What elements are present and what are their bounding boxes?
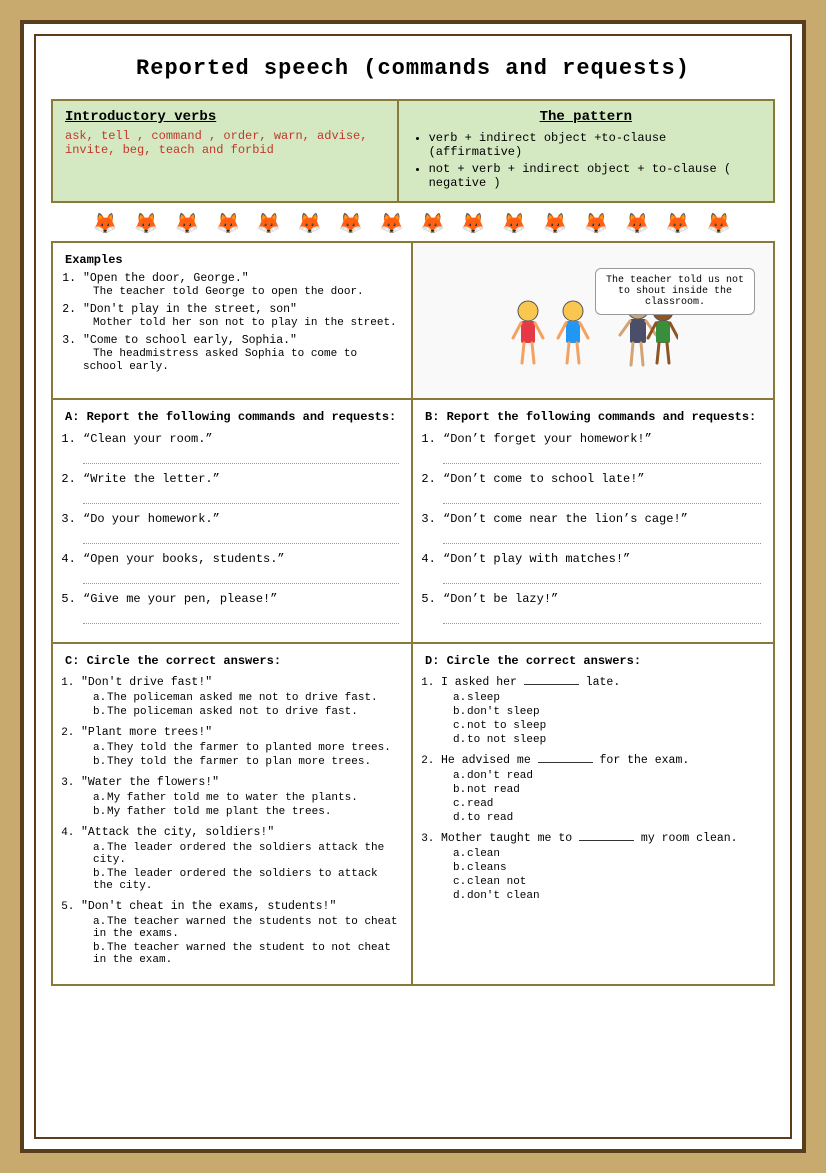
example-1: "Open the door, George." The teacher tol…: [83, 272, 399, 298]
example-2: "Don't play in the street, son" Mother t…: [83, 303, 399, 329]
intro-right-heading: The pattern: [411, 109, 761, 125]
section-d-q3: Mother taught me to my room clean. a.cle…: [441, 832, 761, 902]
pattern-item-1: verb + indirect object +to-clause (affir…: [429, 131, 761, 159]
section-c-list: "Don't drive fast!" a.The policeman aske…: [65, 676, 399, 966]
example-3-direct: "Come to school early, Sophia.": [83, 334, 297, 347]
page-title: Reported speech (commands and requests): [51, 56, 775, 81]
intro-right: The pattern verb + indirect object +to-c…: [399, 101, 773, 201]
section-c-q3: "Water the flowers!" a.My father told me…: [81, 776, 399, 818]
cd-row: C: Circle the correct answers: "Don't dr…: [53, 644, 773, 984]
section-a-list: “Clean your room.” “Write the letter.” “…: [65, 432, 399, 624]
section-a-q4: “Open your books, students.”: [83, 552, 399, 584]
section-d-q1: I asked her late. a.sleep b.don't sleep …: [441, 676, 761, 746]
intro-left-heading: Introductory verbs: [65, 109, 385, 125]
fox-divider: 🦊 🦊 🦊 🦊 🦊 🦊 🦊 🦊 🦊 🦊 🦊 🦊 🦊 🦊 🦊 🦊: [51, 211, 775, 237]
section-a-q3: “Do your homework.”: [83, 512, 399, 544]
ab-row: A: Report the following commands and req…: [53, 400, 773, 644]
intro-left: Introductory verbs ask, tell , command ,…: [53, 101, 399, 201]
section-b-q3: “Don’t come near the lion’s cage!”: [443, 512, 761, 544]
section-a-cell: A: Report the following commands and req…: [53, 400, 413, 642]
section-c-q2: "Plant more trees!" a.They told the farm…: [81, 726, 399, 768]
example-3: "Come to school early, Sophia." The head…: [83, 334, 399, 373]
section-d-list: I asked her late. a.sleep b.don't sleep …: [425, 676, 761, 902]
section-c-heading: C: Circle the correct answers:: [65, 654, 399, 668]
speech-bubble: The teacher told us not to shout inside …: [595, 268, 755, 315]
main-grid: Examples "Open the door, George." The te…: [51, 241, 775, 986]
answer-line-a5: [83, 608, 399, 624]
answer-line-a2: [83, 488, 399, 504]
pattern-list: verb + indirect object +to-clause (affir…: [411, 131, 761, 190]
image-cell: The teacher told us not to shout inside …: [413, 243, 773, 398]
pattern-item-2: not + verb + indirect object + to-clause…: [429, 162, 761, 190]
examples-list: "Open the door, George." The teacher tol…: [65, 272, 399, 373]
answer-line-b5: [443, 608, 761, 624]
examples-cell: Examples "Open the door, George." The te…: [53, 243, 413, 398]
section-b-q2: “Don’t come to school late!”: [443, 472, 761, 504]
section-d-heading: D: Circle the correct answers:: [425, 654, 761, 668]
example-3-reported: The headmistress asked Sophia to come to…: [83, 348, 357, 373]
section-b-list: “Don’t forget your homework!” “Don’t com…: [425, 432, 761, 624]
cartoon-area: The teacher told us not to shout inside …: [421, 253, 765, 388]
answer-line-b4: [443, 568, 761, 584]
answer-line-a1: [83, 448, 399, 464]
intro-left-content: ask, tell , command , order, warn, advis…: [65, 129, 385, 157]
section-b-q1: “Don’t forget your homework!”: [443, 432, 761, 464]
section-c-cell: C: Circle the correct answers: "Don't dr…: [53, 644, 413, 984]
examples-heading: Examples: [65, 253, 399, 267]
section-c-q1: "Don't drive fast!" a.The policeman aske…: [81, 676, 399, 718]
section-a-heading: A: Report the following commands and req…: [65, 410, 399, 424]
example-1-direct: "Open the door, George.": [83, 272, 249, 285]
intro-section: Introductory verbs ask, tell , command ,…: [51, 99, 775, 203]
section-c-q5: "Don't cheat in the exams, students!" a.…: [81, 900, 399, 966]
answer-line-a3: [83, 528, 399, 544]
example-2-reported: Mother told her son not to play in the s…: [93, 317, 397, 329]
answer-line-b1: [443, 448, 761, 464]
answer-line-b3: [443, 528, 761, 544]
answer-line-b2: [443, 488, 761, 504]
answer-line-a4: [83, 568, 399, 584]
inner-border: Reported speech (commands and requests) …: [34, 34, 792, 1139]
section-a-q1: “Clean your room.”: [83, 432, 399, 464]
example-1-reported: The teacher told George to open the door…: [93, 286, 364, 298]
example-2-direct: "Don't play in the street, son": [83, 303, 297, 316]
section-a-q5: “Give me your pen, please!”: [83, 592, 399, 624]
section-b-cell: B: Report the following commands and req…: [413, 400, 773, 642]
section-b-heading: B: Report the following commands and req…: [425, 410, 761, 424]
examples-row: Examples "Open the door, George." The te…: [53, 243, 773, 400]
section-a-q2: “Write the letter.”: [83, 472, 399, 504]
section-c-q4: "Attack the city, soldiers!" a.The leade…: [81, 826, 399, 892]
section-b-q4: “Don’t play with matches!”: [443, 552, 761, 584]
section-d-q2: He advised me for the exam. a.don't read…: [441, 754, 761, 824]
section-d-cell: D: Circle the correct answers: I asked h…: [413, 644, 773, 984]
section-b-q5: “Don’t be lazy!”: [443, 592, 761, 624]
outer-border: Reported speech (commands and requests) …: [20, 20, 806, 1153]
